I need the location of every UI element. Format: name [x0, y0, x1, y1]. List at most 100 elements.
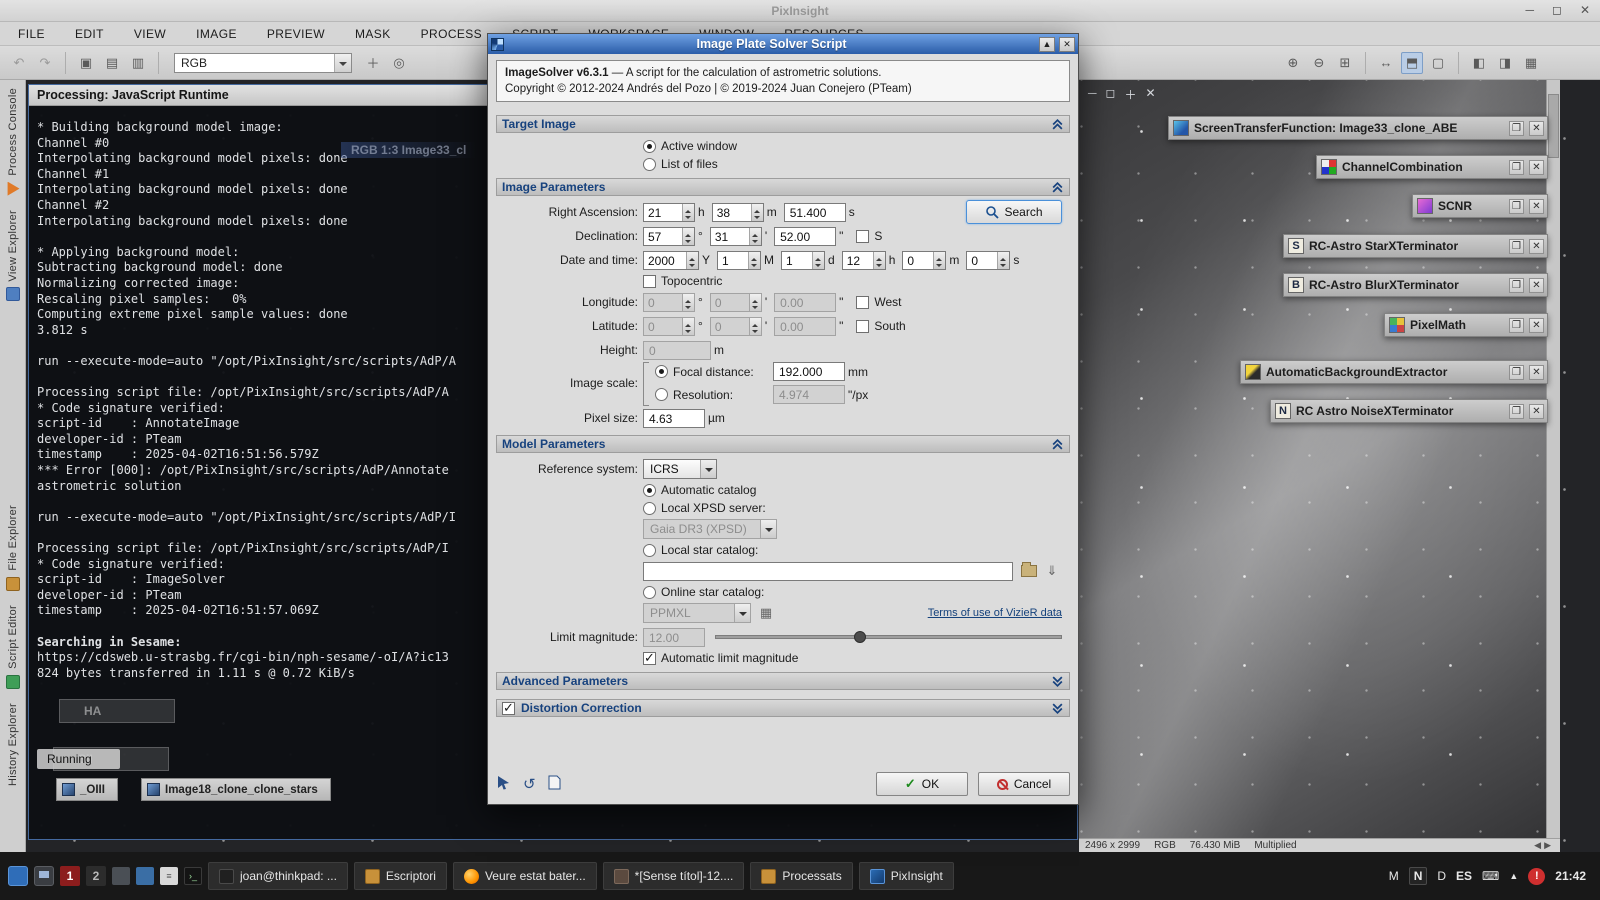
- ra-minutes-spinner[interactable]: 38: [712, 203, 764, 222]
- local-xpsd-option[interactable]: Local XPSD server:: [643, 499, 1070, 517]
- spinner-arrows[interactable]: [686, 252, 698, 269]
- close-icon[interactable]: ✕: [1529, 365, 1544, 380]
- process-window[interactable]: ScreenTransferFunction: Image33_clone_AB…: [1168, 116, 1548, 140]
- chevron-down-icon[interactable]: [700, 460, 716, 478]
- process-window[interactable]: S RC-Astro StarXTerminator ❐ ✕: [1283, 234, 1548, 258]
- search-button[interactable]: Search: [966, 200, 1062, 224]
- crosshair-icon[interactable]: ＋: [362, 52, 384, 74]
- sidebar-item-file-explorer[interactable]: File Explorer: [6, 505, 20, 591]
- topocentric-option[interactable]: Topocentric: [643, 272, 1070, 290]
- taskbar-window-button[interactable]: *[Sense títol]-12....: [603, 862, 745, 890]
- minimize-icon[interactable]: ─: [1088, 86, 1097, 103]
- process-window[interactable]: B RC-Astro BlurXTerminator ❐ ✕: [1283, 273, 1548, 297]
- fit-view-icon[interactable]: ⊞: [1334, 52, 1356, 74]
- auto-limit-option[interactable]: Automatic limit magnitude: [643, 649, 1070, 667]
- minimize-icon[interactable]: ─: [1525, 3, 1534, 17]
- close-icon[interactable]: ✕: [1529, 404, 1544, 419]
- browse-folder-icon[interactable]: [1021, 565, 1037, 577]
- sidebar-item-history-explorer[interactable]: History Explorer: [7, 703, 19, 786]
- restore-icon[interactable]: ❐: [1509, 365, 1524, 380]
- radio-online-star-catalog[interactable]: [643, 586, 656, 599]
- south-checkbox[interactable]: [856, 320, 869, 333]
- spinner-arrows[interactable]: [997, 252, 1009, 269]
- month-spinner[interactable]: 1: [717, 251, 761, 270]
- panel-expand-icon[interactable]: ▲: [1509, 871, 1518, 881]
- day-spinner[interactable]: 1: [781, 251, 825, 270]
- close-icon[interactable]: ✕: [1529, 318, 1544, 333]
- expand-icon[interactable]: [1051, 702, 1064, 715]
- ok-button[interactable]: ✓ OK: [876, 772, 968, 796]
- menu-item[interactable]: PREVIEW: [267, 27, 325, 41]
- section-advanced-parameters[interactable]: Advanced Parameters: [496, 672, 1070, 690]
- spinner-arrows[interactable]: [751, 204, 763, 221]
- alert-icon[interactable]: !: [1528, 868, 1545, 885]
- dec-seconds-field[interactable]: 52.00: [774, 227, 836, 246]
- collapse-icon[interactable]: [1051, 118, 1064, 131]
- show-desktop-icon[interactable]: [34, 866, 54, 886]
- restore-icon[interactable]: ❐: [1509, 199, 1524, 214]
- vizier-terms-link[interactable]: Terms of use of VizieR data: [928, 607, 1062, 619]
- slider-handle[interactable]: [854, 631, 866, 643]
- undo-icon[interactable]: ↶: [8, 52, 30, 74]
- sidebar-item-script-editor[interactable]: Script Editor: [6, 605, 20, 689]
- file-manager-icon[interactable]: [112, 867, 130, 885]
- close-icon[interactable]: ✕: [1059, 37, 1075, 52]
- ra-hours-spinner[interactable]: 21: [643, 203, 695, 222]
- server-icon[interactable]: ▦: [757, 604, 775, 622]
- minute-spinner[interactable]: 0: [902, 251, 946, 270]
- menu-item[interactable]: VIEW: [134, 27, 166, 41]
- mask-icon[interactable]: ◧: [1468, 52, 1490, 74]
- tray-indicator-m[interactable]: M: [1389, 869, 1399, 883]
- focal-distance-field[interactable]: 192.000: [773, 362, 845, 381]
- restore-icon[interactable]: ◻: [1106, 86, 1116, 103]
- section-target-image[interactable]: Target Image: [496, 115, 1070, 133]
- process-window[interactable]: PixelMath ❐ ✕: [1384, 313, 1548, 337]
- app-menu-icon[interactable]: [8, 866, 28, 886]
- minimized-image-image18[interactable]: Image18_clone_clone_stars: [141, 778, 331, 801]
- spinner-arrows[interactable]: [749, 228, 761, 245]
- process-window[interactable]: SCNR ❐ ✕: [1412, 194, 1548, 218]
- west-checkbox[interactable]: [856, 296, 869, 309]
- menu-item[interactable]: IMAGE: [196, 27, 237, 41]
- target-icon[interactable]: ◎: [388, 52, 410, 74]
- tray-indicator-n[interactable]: N: [1409, 867, 1428, 885]
- radio-focal-distance[interactable]: [655, 365, 668, 378]
- tray-indicator-d[interactable]: D: [1437, 869, 1446, 883]
- terminal-launcher-icon[interactable]: ›_: [184, 867, 202, 885]
- minimized-image-oiii[interactable]: _OIII: [56, 778, 118, 801]
- restore-icon[interactable]: ❐: [1509, 239, 1524, 254]
- radio-active-window[interactable]: [643, 140, 656, 153]
- readout-icon[interactable]: ▢: [1427, 52, 1449, 74]
- editor-icon[interactable]: ≡: [160, 867, 178, 885]
- restore-icon[interactable]: ❐: [1509, 121, 1524, 136]
- settings-icon[interactable]: [136, 867, 154, 885]
- process-window[interactable]: ChannelCombination ❐ ✕: [1316, 155, 1548, 179]
- keyboard-layout[interactable]: ES: [1456, 869, 1472, 883]
- radio-list-of-files[interactable]: [643, 158, 656, 171]
- rollup-icon[interactable]: ▲: [1039, 37, 1055, 52]
- scrollbar-thumb[interactable]: [1548, 94, 1559, 158]
- close-icon[interactable]: ✕: [1146, 86, 1156, 103]
- radio-automatic-catalog[interactable]: [643, 484, 656, 497]
- expand-icon[interactable]: [1051, 675, 1064, 688]
- script-source-icon[interactable]: [548, 775, 561, 794]
- online-star-catalog-option[interactable]: Online star catalog:: [643, 583, 1070, 601]
- duplicate-icon[interactable]: ▤: [101, 52, 123, 74]
- close-icon[interactable]: ✕: [1529, 199, 1544, 214]
- restore-icon[interactable]: ❐: [1509, 160, 1524, 175]
- year-spinner[interactable]: 2000: [643, 251, 699, 270]
- spinner-arrows[interactable]: [873, 252, 885, 269]
- keyboard-icon[interactable]: ⌨: [1482, 869, 1499, 883]
- spinner-arrows[interactable]: [933, 252, 945, 269]
- topocentric-checkbox[interactable]: [643, 275, 656, 288]
- ra-seconds-field[interactable]: 51.400: [784, 203, 846, 222]
- close-icon[interactable]: ✕: [1580, 3, 1590, 17]
- radio-local-xpsd[interactable]: [643, 502, 656, 515]
- focal-distance-option[interactable]: Focal distance: 192.000 mm: [655, 362, 875, 381]
- download-icon[interactable]: ⇓: [1043, 562, 1061, 580]
- dec-south-checkbox[interactable]: [856, 230, 869, 243]
- close-icon[interactable]: ✕: [1529, 121, 1544, 136]
- menu-item[interactable]: MASK: [355, 27, 391, 41]
- add-icon[interactable]: ＋: [1124, 86, 1136, 103]
- scroll-arrows[interactable]: ◀▶: [1534, 840, 1554, 851]
